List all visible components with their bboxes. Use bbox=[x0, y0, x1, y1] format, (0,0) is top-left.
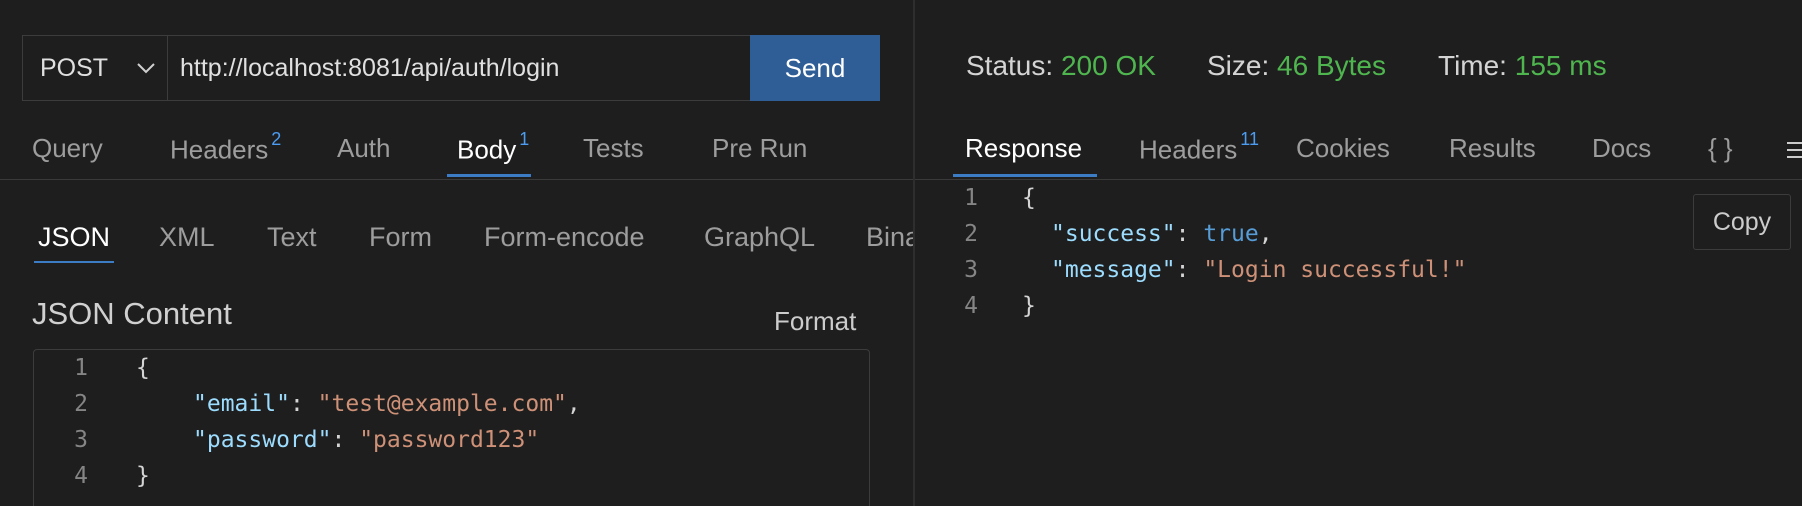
line-number: 4 bbox=[964, 293, 978, 319]
tab-results[interactable]: Results bbox=[1449, 133, 1536, 164]
subtab-form-encode[interactable]: Form-encode bbox=[484, 222, 645, 253]
subtab-graphql[interactable]: GraphQL bbox=[704, 222, 815, 253]
status-value: 200 OK bbox=[1060, 50, 1156, 81]
code-brace: } bbox=[136, 463, 150, 489]
json-punct: , bbox=[1258, 221, 1273, 247]
tab-response-label: Response bbox=[965, 133, 1083, 163]
json-value: "Login successful!" bbox=[1203, 257, 1467, 283]
body-count-badge: 1 bbox=[519, 129, 530, 149]
active-subtab-indicator bbox=[34, 261, 114, 263]
tab-query[interactable]: Query bbox=[32, 133, 103, 164]
line-number: 3 bbox=[964, 257, 978, 283]
size-label: Size: bbox=[1207, 50, 1270, 81]
json-key: "email" bbox=[193, 391, 290, 417]
size-value: 46 Bytes bbox=[1277, 50, 1386, 81]
tab-response[interactable]: Response bbox=[965, 133, 1082, 164]
active-response-tab-indicator bbox=[953, 174, 1097, 177]
tab-response-headers-label: Headers bbox=[1139, 134, 1238, 165]
send-button[interactable]: Send bbox=[750, 35, 880, 101]
response-tabs-divider bbox=[915, 179, 1802, 180]
line-number: 3 bbox=[74, 427, 88, 453]
tab-tests[interactable]: Tests bbox=[583, 133, 644, 164]
json-editor[interactable]: 1 { 2 "email": "test@example.com", 3 "pa… bbox=[33, 349, 870, 506]
code-line: { bbox=[1022, 185, 1036, 221]
pane-divider[interactable] bbox=[913, 0, 915, 506]
response-headers-count-badge: 11 bbox=[1240, 129, 1259, 149]
tab-results-label: Results bbox=[1449, 133, 1536, 163]
code-line: "email": "test@example.com", bbox=[193, 391, 581, 417]
json-key: "password" bbox=[193, 427, 332, 453]
size-indicator: Size: 46 Bytes bbox=[1207, 50, 1386, 82]
code-line: "message": "Login successful!" bbox=[1051, 257, 1467, 283]
json-punct: , bbox=[566, 391, 581, 417]
time-indicator: Time: 155 ms bbox=[1438, 50, 1607, 82]
request-pane: POST Send Query Headers2 Auth Body1 Test… bbox=[0, 0, 913, 506]
line-number: 1 bbox=[74, 355, 88, 381]
format-button[interactable]: Format bbox=[774, 306, 856, 337]
json-value: true bbox=[1203, 221, 1259, 247]
tab-headers[interactable]: Headers 2 bbox=[170, 129, 281, 166]
code-line: { bbox=[136, 355, 150, 391]
method-label: POST bbox=[40, 53, 109, 82]
json-value: "password123" bbox=[359, 427, 540, 453]
subtab-xml[interactable]: XML bbox=[159, 222, 215, 253]
active-tab-indicator bbox=[447, 174, 531, 177]
time-label: Time: bbox=[1438, 50, 1507, 81]
tab-headers-label: Headers bbox=[170, 134, 269, 165]
code-line: "success": true, bbox=[1051, 221, 1273, 247]
url-input[interactable] bbox=[168, 36, 750, 100]
code-line: } bbox=[1022, 293, 1036, 329]
time-value: 155 ms bbox=[1514, 50, 1607, 81]
code-brace: { bbox=[1022, 185, 1036, 211]
tab-query-label: Query bbox=[32, 133, 103, 163]
tab-cookies-label: Cookies bbox=[1296, 133, 1390, 163]
headers-count-badge: 2 bbox=[271, 129, 282, 149]
code-line: } bbox=[136, 463, 150, 499]
line-number: 2 bbox=[74, 391, 88, 417]
subtab-text[interactable]: Text bbox=[267, 222, 317, 253]
tab-body[interactable]: Body 1 bbox=[457, 129, 529, 166]
tab-auth[interactable]: Auth bbox=[337, 133, 391, 164]
subtab-json[interactable]: JSON bbox=[38, 222, 110, 253]
tab-pre-run-label: Pre Run bbox=[712, 133, 808, 163]
tab-docs-label: Docs bbox=[1592, 133, 1652, 163]
tabs-divider bbox=[0, 179, 913, 180]
line-number: 1 bbox=[964, 185, 978, 211]
tab-tests-label: Tests bbox=[583, 133, 644, 163]
tab-braces[interactable]: { } bbox=[1708, 133, 1733, 164]
line-number: 2 bbox=[964, 221, 978, 247]
tab-pre-run[interactable]: Pre Run bbox=[712, 133, 807, 164]
code-brace: { bbox=[136, 355, 150, 381]
copy-button[interactable]: Copy bbox=[1693, 194, 1791, 250]
json-key: "success" bbox=[1051, 221, 1176, 247]
chevron-down-icon bbox=[134, 56, 158, 80]
menu-icon[interactable] bbox=[1785, 140, 1802, 160]
status-label: Status: bbox=[966, 50, 1054, 81]
line-number: 4 bbox=[74, 463, 88, 489]
code-brace: } bbox=[1022, 293, 1036, 319]
subtab-binary[interactable]: Bina bbox=[866, 222, 913, 253]
tab-docs[interactable]: Docs bbox=[1592, 133, 1651, 164]
code-line: "password": "password123" bbox=[193, 427, 540, 453]
subtab-form[interactable]: Form bbox=[369, 222, 432, 253]
tab-braces-label: { } bbox=[1708, 133, 1733, 163]
json-key: "message" bbox=[1051, 257, 1176, 283]
tab-response-headers[interactable]: Headers 11 bbox=[1139, 129, 1259, 166]
status-indicator: Status: 200 OK bbox=[966, 50, 1156, 82]
url-bar: POST Send bbox=[22, 35, 880, 101]
tab-body-label: Body bbox=[457, 134, 517, 165]
json-value: "test@example.com" bbox=[317, 391, 567, 417]
tab-auth-label: Auth bbox=[337, 133, 391, 163]
method-select[interactable]: POST bbox=[23, 36, 168, 100]
tab-cookies[interactable]: Cookies bbox=[1296, 133, 1390, 164]
json-content-title: JSON Content bbox=[32, 296, 232, 331]
